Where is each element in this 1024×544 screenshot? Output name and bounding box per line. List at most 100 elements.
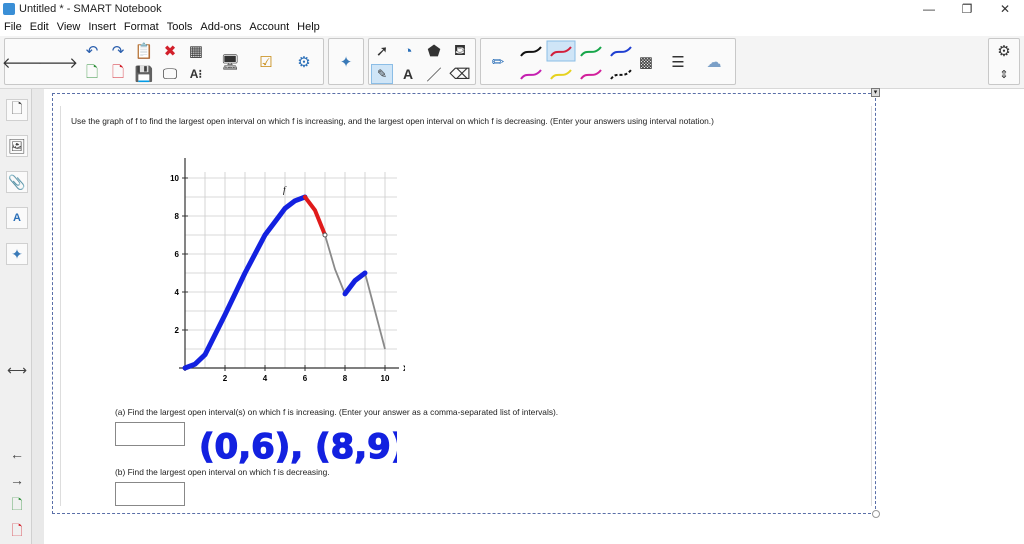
pen-type-icon[interactable]: ✏	[487, 52, 509, 72]
text-recognize-icon[interactable]: A⁝	[185, 64, 207, 84]
resize-arrows-icon[interactable]: ⟷	[6, 359, 28, 381]
menu-format[interactable]: Format	[124, 21, 159, 33]
menu-tools[interactable]: Tools	[167, 21, 193, 33]
resize-handle-icon[interactable]	[872, 510, 880, 518]
curve-f-label: f	[283, 185, 287, 195]
pen-color-swatch	[550, 69, 572, 80]
menu-account[interactable]: Account	[249, 21, 289, 33]
add-page-icon[interactable]: 🗋	[81, 64, 103, 84]
save-icon[interactable]: 💾	[133, 64, 155, 84]
side-tabs: 🗋 🖼 📎 A ✦ ⟷ ← → 🗋 🗋	[0, 89, 32, 544]
line-style-icon[interactable]: ☰	[667, 52, 689, 72]
function-graph: 2 4 6 8 10 2 4 6 8 10 y x f	[170, 158, 405, 383]
table-icon[interactable]: ▦	[185, 41, 207, 61]
toolbar-group-settings: ⚙ ⇕	[988, 38, 1020, 85]
window-controls: — ❐ ✕	[910, 0, 1024, 18]
question-prompt: Use the graph of f to find the largest o…	[71, 116, 714, 126]
notebook-canvas[interactable]: Use the graph of f to find the largest o…	[44, 88, 1024, 544]
pen-color-swatch	[520, 46, 542, 57]
x-tick-label: 10	[381, 374, 390, 383]
text-tool-icon[interactable]: A	[397, 64, 419, 84]
pen-color-palette[interactable]	[515, 39, 635, 85]
toolbar-group-tools: ➚ ◔ ⬟ ⛾ ✎ A ／ ⌫	[368, 38, 476, 85]
redo-icon[interactable]: ↷	[107, 41, 129, 61]
fill-shape-icon[interactable]: ⬟	[423, 41, 445, 61]
sidebar-back-arrow-icon[interactable]: ←	[6, 443, 28, 465]
window-title: Untitled * - SMART Notebook	[19, 3, 162, 15]
y-tick-label: 6	[175, 250, 180, 259]
y-tick-label: 2	[175, 326, 180, 335]
puzzle-icon[interactable]: ✦	[335, 52, 357, 72]
shape-icon[interactable]: ◔	[397, 41, 419, 61]
pen-cursor-point	[322, 232, 328, 238]
addon-gear-icon[interactable]: ⚙	[293, 52, 315, 72]
part-b-prompt: (b) Find the largest open interval on wh…	[115, 467, 330, 477]
forward-arrow-icon[interactable]: 🡒	[38, 52, 78, 72]
part-a-prompt: (a) Find the largest open interval(s) on…	[115, 407, 559, 417]
answer-a-input[interactable]	[115, 422, 185, 446]
fill-effects-icon[interactable]: ☁	[703, 52, 725, 72]
delete-icon[interactable]: ✖	[159, 41, 181, 61]
x-tick-label: 4	[263, 374, 268, 383]
properties-icon[interactable]: A	[6, 207, 28, 229]
page-sorter-icon[interactable]: 🗋	[6, 99, 28, 121]
y-axis-label: y	[181, 158, 187, 159]
attachments-icon[interactable]: 📎	[6, 171, 28, 193]
menu-help[interactable]: Help	[297, 21, 320, 33]
pen-color-swatch	[580, 46, 602, 57]
vertical-scrollbar[interactable]	[32, 89, 44, 544]
toolbar-group-page: 🡐 🡒 ↶ ↷ 📋 ✖ ▦ 🗋 🗋 💾 🖵 A⁝ 🖥 ☑ ⚙	[2, 38, 324, 85]
y-tick-label: 10	[170, 174, 179, 183]
addons-icon[interactable]: ✦	[6, 243, 28, 265]
menu-edit[interactable]: Edit	[30, 21, 49, 33]
paint-bucket-icon[interactable]: ⛾	[449, 41, 471, 61]
menu-view[interactable]: View	[57, 21, 81, 33]
paste-icon[interactable]: 📋	[133, 41, 155, 61]
sidebar-forward-arrow-icon[interactable]: →	[6, 469, 28, 491]
pen-color-swatch	[610, 69, 632, 80]
x-tick-label: 8	[343, 374, 348, 383]
selected-image-frame[interactable]: Use the graph of f to find the largest o…	[52, 93, 876, 514]
toolbar-group-pens: ✏ ▩ ☰ ☁	[480, 38, 736, 85]
x-tick-label: 6	[303, 374, 308, 383]
color-grid-icon[interactable]: ▩	[635, 52, 657, 72]
document-camera-icon[interactable]: 🖥	[219, 52, 241, 72]
settings-gear-icon[interactable]: ⚙	[993, 41, 1015, 61]
menu-insert[interactable]: Insert	[88, 21, 116, 33]
pen-color-swatch	[610, 46, 632, 57]
x-tick-label: 2	[223, 374, 228, 383]
answer-b-input[interactable]	[115, 482, 185, 506]
y-tick-label: 4	[175, 288, 180, 297]
sidebar-add-page-icon[interactable]: 🗋	[6, 495, 28, 517]
line-tool-icon[interactable]: ／	[423, 64, 445, 84]
menu-handle-icon[interactable]: ▾	[871, 88, 880, 97]
menu-file[interactable]: File	[4, 21, 22, 33]
title-bar: Untitled * - SMART Notebook — ❐ ✕	[0, 0, 1024, 18]
gallery-icon[interactable]: 🖼	[6, 135, 28, 157]
sidebar-delete-page-icon[interactable]: 🗋	[6, 521, 28, 543]
smart-notebook-app-icon	[3, 3, 15, 15]
x-axis-label: x	[403, 363, 405, 374]
minimize-button[interactable]: —	[910, 0, 948, 18]
response-icon[interactable]: ☑	[255, 52, 277, 72]
select-cursor-icon[interactable]: ➚	[371, 41, 393, 61]
delete-page-icon[interactable]: 🗋	[107, 64, 129, 84]
undo-icon[interactable]: ↶	[81, 41, 103, 61]
pen-color-swatch	[580, 69, 602, 80]
y-tick-label: 8	[175, 212, 180, 221]
increasing-highlight	[342, 270, 368, 297]
toolbar-position-icon[interactable]: ⇕	[993, 64, 1015, 84]
pen-tool-icon[interactable]: ✎	[371, 64, 393, 84]
maximize-button[interactable]: ❐	[948, 0, 986, 18]
menu-add-ons[interactable]: Add-ons	[200, 21, 241, 33]
handwritten-answer-text: (0,6), (8,9)	[199, 427, 397, 467]
main-toolbar: 🡐 🡒 ↶ ↷ 📋 ✖ ▦ 🗋 🗋 💾 🖵 A⁝ 🖥 ☑ ⚙ ✦ ➚ ◔ ⬟ ⛾…	[0, 36, 1024, 89]
back-arrow-icon[interactable]: 🡐	[2, 52, 42, 72]
toolbar-group-lab: ✦	[328, 38, 364, 85]
pen-color-swatch	[520, 69, 542, 80]
menu-bar: File Edit View Insert Format Tools Add-o…	[0, 18, 1024, 36]
handwritten-answer: (0,6), (8,9)	[198, 426, 397, 467]
screen-icon[interactable]: 🖵	[159, 64, 181, 84]
close-button[interactable]: ✕	[986, 0, 1024, 18]
eraser-icon[interactable]: ⌫	[449, 64, 471, 84]
